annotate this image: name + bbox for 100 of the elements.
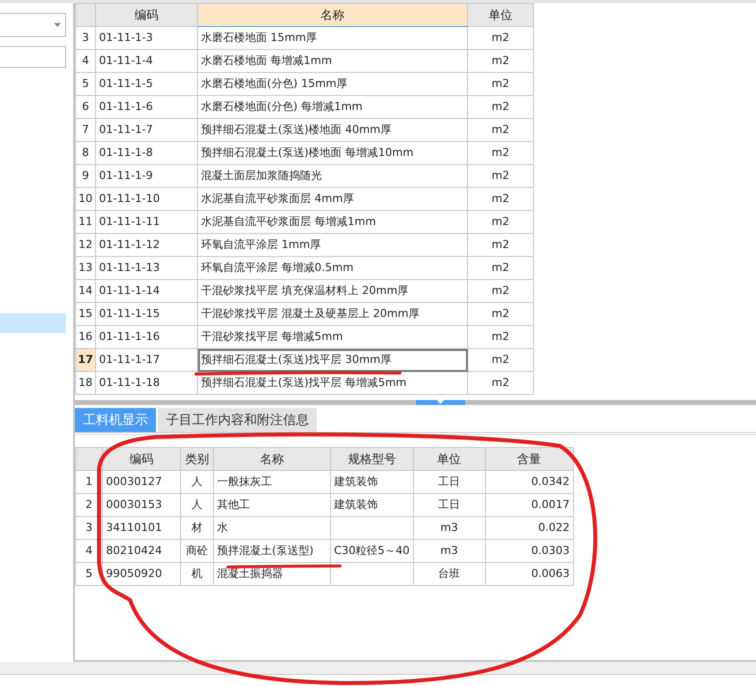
row-number: 4 — [76, 50, 96, 72]
tab[interactable]: 子目工作内容和附注信息 — [158, 408, 317, 432]
table-cell: 01-11-1-12 — [96, 234, 198, 256]
selected-tree-item[interactable] — [0, 313, 66, 333]
table-cell: 水 — [214, 516, 330, 540]
row-number: 8 — [76, 142, 96, 164]
table-cell: 01-11-1-13 — [96, 256, 198, 280]
table-cell: 0.0303 — [485, 540, 574, 562]
table-cell: 01-11-1-10 — [96, 188, 198, 210]
table-cell: 干混砂浆找平层 混凝土及硬基层上 20mm厚 — [198, 302, 468, 326]
column-header[interactable]: 单位 — [413, 448, 486, 470]
table-cell: 商砼 — [180, 540, 214, 562]
table-cell: 混凝土面层加浆随捣随光 — [198, 164, 468, 188]
table-cell: 其他工 — [214, 494, 330, 516]
table-cell: 01-11-1-6 — [96, 96, 198, 118]
table-cell: C30粒径5～40 — [330, 540, 414, 562]
table-cell: 预拌细石混凝土(泵送)找平层 每增减5mm — [198, 372, 468, 394]
row-number: 14 — [76, 280, 96, 302]
table-cell: 环氧自流平涂层 每增减0.5mm — [198, 256, 468, 280]
table-cell: 0.0063 — [485, 562, 574, 586]
input-field[interactable] — [0, 46, 66, 68]
splitter-handle[interactable] — [416, 400, 465, 405]
table-cell: 01-11-1-4 — [96, 50, 198, 72]
table-cell: 01-11-1-5 — [96, 72, 198, 96]
table-cell: 80210424 — [102, 540, 180, 562]
table-cell: 水磨石楼地面 15mm厚 — [198, 26, 468, 50]
column-header[interactable]: 含量 — [485, 448, 574, 470]
table-cell: 干混砂浆找平层 每增减5mm — [198, 326, 468, 348]
column-header[interactable]: 名称 — [198, 4, 468, 26]
table-cell: 人 — [180, 494, 214, 516]
row-number: 10 — [76, 188, 96, 210]
table-cell: m2 — [468, 280, 534, 302]
column-header[interactable]: 编码 — [102, 448, 180, 470]
table-cell: 预拌混凝土(泵送型) — [214, 540, 330, 562]
table-cell: m3 — [413, 516, 486, 540]
table-cell: 34110101 — [102, 516, 180, 540]
column-header[interactable]: 名称 — [214, 448, 330, 470]
table-cell: 水泥基自流平砂浆面层 每增减1mm — [198, 210, 468, 234]
table-cell: 工日 — [413, 494, 486, 516]
table-cell: 水磨石楼地面(分色) 15mm厚 — [198, 72, 468, 96]
table-cell: 01-11-1-3 — [96, 26, 198, 50]
table-cell: 01-11-1-11 — [96, 210, 198, 234]
row-number: 9 — [76, 164, 96, 188]
row-number: 5 — [76, 72, 96, 96]
table-cell: 机 — [180, 562, 214, 586]
table-cell: m2 — [468, 50, 534, 72]
table-cell: m2 — [468, 210, 534, 234]
row-number: 12 — [76, 234, 96, 256]
table-cell: 台班 — [413, 562, 486, 586]
row-number: 17 — [76, 348, 96, 372]
table-cell: m2 — [468, 302, 534, 326]
table-cell: m2 — [468, 96, 534, 118]
table-cell: m2 — [468, 72, 534, 96]
table-cell: m2 — [468, 348, 534, 372]
column-header[interactable]: 编码 — [96, 4, 198, 26]
table-cell: 一般抹灰工 — [214, 470, 330, 494]
row-number: 13 — [76, 256, 96, 280]
table-cell: 00030153 — [102, 494, 180, 516]
table-cell: 工日 — [413, 470, 486, 494]
dropdown[interactable] — [0, 13, 66, 37]
column-header[interactable]: 规格型号 — [330, 448, 414, 470]
table-cell: 0.0017 — [485, 494, 574, 516]
table-cell: 99050920 — [102, 562, 180, 586]
table-cell: m2 — [468, 118, 534, 142]
row-number: 6 — [76, 96, 96, 118]
table-cell: m2 — [468, 326, 534, 348]
table-cell: m2 — [468, 142, 534, 164]
table-cell: 水磨石楼地面(分色) 每增减1mm — [198, 96, 468, 118]
table-cell: m2 — [468, 372, 534, 394]
row-number: 15 — [76, 302, 96, 326]
table-cell: 环氧自流平涂层 1mm厚 — [198, 234, 468, 256]
caret-icon — [437, 400, 444, 404]
table-cell: 01-11-1-16 — [96, 326, 198, 348]
column-header[interactable]: 类别 — [180, 448, 214, 470]
table-cell: m3 — [413, 540, 486, 562]
caret-icon — [54, 23, 61, 27]
table-cell: 01-11-1-17 — [96, 348, 198, 372]
table-cell: 预拌细石混凝土(泵送)楼地面 每增减10mm — [198, 142, 468, 164]
table-cell: 混凝土振捣器 — [214, 562, 330, 586]
row-number: 11 — [76, 210, 96, 234]
table-cell: 0.022 — [485, 516, 574, 540]
row-number: 7 — [76, 118, 96, 142]
table-cell: 01-11-1-9 — [96, 164, 198, 188]
table-cell: 预拌细石混凝土(泵送)楼地面 40mm厚 — [198, 118, 468, 142]
column-header[interactable]: 单位 — [468, 4, 534, 26]
table-cell: 人 — [180, 470, 214, 494]
table-cell: 00030127 — [102, 470, 180, 494]
table-cell: m2 — [468, 164, 534, 188]
table-cell: 01-11-1-14 — [96, 280, 198, 302]
table-cell: m2 — [468, 256, 534, 280]
table-cell: 干混砂浆找平层 填充保温材料上 20mm厚 — [198, 280, 468, 302]
table-cell: 01-11-1-18 — [96, 372, 198, 394]
row-number: 16 — [76, 326, 96, 348]
row-number: 3 — [76, 26, 96, 50]
table-cell: 建筑装饰 — [330, 494, 414, 516]
table-cell: 01-11-1-8 — [96, 142, 198, 164]
table-cell: 01-11-1-7 — [96, 118, 198, 142]
table-cell: 预拌细石混凝土(泵送)找平层 30mm厚 — [198, 348, 468, 372]
table-cell: 材 — [180, 516, 214, 540]
table-cell: 01-11-1-15 — [96, 302, 198, 326]
